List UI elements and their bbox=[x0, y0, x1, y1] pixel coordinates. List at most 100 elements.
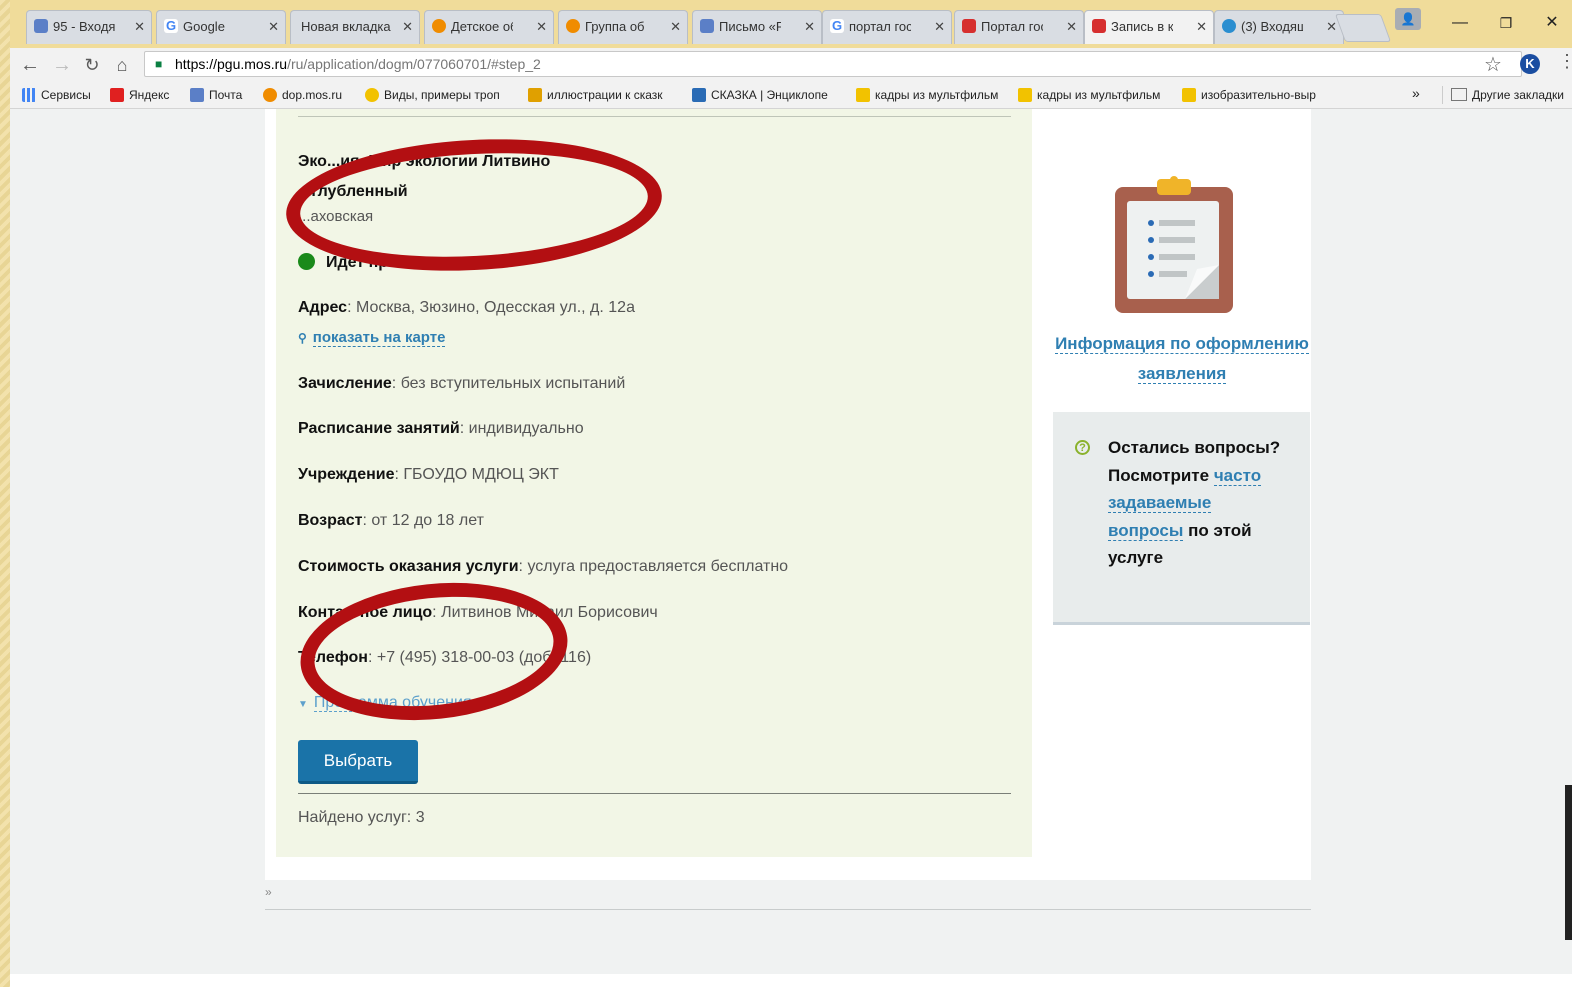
address-row: Адрес: Москва, Зюзино, Одесская ул., д. … bbox=[298, 299, 635, 317]
close-icon[interactable]: ✕ bbox=[670, 11, 681, 43]
found-count: Найдено услуг: 3 bbox=[298, 809, 425, 826]
bookmark-visual-arts[interactable]: изобразительно-выр bbox=[1182, 86, 1316, 104]
back-icon[interactable]: ← bbox=[16, 51, 44, 79]
other-bookmarks-folder[interactable]: Другие закладки bbox=[1442, 86, 1564, 104]
divider bbox=[298, 116, 1011, 117]
yandex-icon bbox=[110, 88, 124, 102]
forward-icon[interactable]: → bbox=[48, 51, 76, 79]
close-icon[interactable]: ✕ bbox=[134, 11, 145, 43]
browser-window: 95 - Входящ ✕ G Google ✕ Новая вкладка ✕ Дет… bbox=[10, 0, 1572, 987]
tab-4[interactable]: Детское об ✕ bbox=[424, 10, 554, 44]
tab-title: портал гос bbox=[849, 19, 911, 34]
field-value: : ГБОУДО МДЮЦ ЭКТ bbox=[394, 466, 559, 483]
field-label: Телефон bbox=[298, 649, 368, 666]
pgu-icon bbox=[962, 19, 976, 33]
breadcrumb[interactable]: » bbox=[265, 885, 272, 899]
close-icon[interactable]: ✕ bbox=[934, 11, 945, 43]
service-title-line: Эко...ия, Мир экологии Литвино bbox=[298, 153, 551, 170]
restore-button[interactable]: ❐ bbox=[1486, 8, 1526, 38]
apps-icon bbox=[22, 88, 36, 102]
minimize-button[interactable]: — bbox=[1440, 8, 1480, 38]
status-dot-icon bbox=[298, 253, 315, 270]
kaspersky-icon[interactable]: K bbox=[1520, 54, 1540, 74]
bookmark-label: СКАЗКА | Энциклопе bbox=[711, 88, 828, 102]
google-icon: G bbox=[164, 18, 178, 33]
home-icon[interactable]: ⌂ bbox=[108, 51, 136, 79]
tab-5[interactable]: Группа об ✕ bbox=[558, 10, 688, 44]
faq-text: Остались вопросы? Посмотрите часто задав… bbox=[1108, 434, 1288, 572]
field-label: Возраст bbox=[298, 512, 363, 529]
close-icon[interactable]: ✕ bbox=[1066, 11, 1077, 43]
dop-mos-icon bbox=[263, 88, 277, 102]
bookmark-skazka[interactable]: СКАЗКА | Энциклопе bbox=[692, 86, 828, 104]
age-row: Возраст: от 12 до 18 лет bbox=[298, 512, 484, 530]
tab-3[interactable]: Новая вкладка ✕ bbox=[290, 10, 420, 44]
faq-box: ? Остались вопросы? Посмотрите часто зад… bbox=[1053, 412, 1310, 625]
dop-mos-icon bbox=[566, 19, 580, 33]
close-icon[interactable]: ✕ bbox=[268, 11, 279, 43]
folder-icon bbox=[1182, 88, 1196, 102]
triangle-down-icon: ▼ bbox=[298, 699, 308, 710]
close-icon[interactable]: ✕ bbox=[536, 11, 547, 43]
field-value: : без вступительных испытаний bbox=[391, 375, 626, 392]
phone-row: Телефон: +7 (495) 318-00-03 (доб. 116) bbox=[298, 649, 591, 667]
menu-icon[interactable]: ⋮ bbox=[1558, 51, 1572, 72]
enrollment-row: Зачисление: без вступительных испытаний bbox=[298, 375, 625, 393]
field-value: : +7 (495) 318-00-03 (доб. 116) bbox=[367, 649, 592, 666]
bookmark-cartoons-1[interactable]: кадры из мультфильм bbox=[856, 86, 998, 104]
profile-icon[interactable]: 👤 bbox=[1395, 8, 1421, 30]
tab-title: Запись в к bbox=[1111, 19, 1173, 34]
address-bar[interactable]: ■ https://pgu.mos.ru/ru/application/dogm… bbox=[144, 51, 1522, 77]
field-value: : услуга предоставляется бесплатно bbox=[518, 558, 789, 575]
tab-title: 95 - Входящ bbox=[53, 19, 115, 34]
clipboard-icon bbox=[1115, 176, 1233, 313]
tab-1[interactable]: 95 - Входящ ✕ bbox=[26, 10, 152, 44]
show-on-map-link[interactable]: ⚲ показать на карте bbox=[298, 329, 446, 347]
programs-toggle[interactable]: ▼ Программа обучения bbox=[298, 694, 472, 712]
field-label: Адрес bbox=[298, 299, 348, 316]
close-window-button[interactable]: ✕ bbox=[1532, 8, 1572, 38]
bookmark-apps[interactable]: Сервисы bbox=[22, 86, 91, 104]
tab-title: Письмо «F bbox=[719, 19, 781, 34]
tab-7[interactable]: Gпортал гос ✕ bbox=[822, 10, 952, 44]
bookmark-tropes[interactable]: Виды, примеры троп bbox=[365, 86, 500, 104]
bookmark-dop-mos[interactable]: dop.mos.ru bbox=[263, 86, 342, 104]
mail-icon bbox=[34, 19, 48, 33]
bookmark-label: Виды, примеры троп bbox=[384, 88, 500, 102]
choose-button[interactable]: Выбрать bbox=[298, 740, 418, 784]
footer bbox=[10, 974, 1572, 987]
bookmarks-more-button[interactable]: » bbox=[1412, 85, 1420, 101]
application-info-link[interactable]: Информация по оформлению заявления bbox=[1055, 329, 1309, 389]
mail-icon bbox=[190, 88, 204, 102]
close-icon[interactable]: ✕ bbox=[402, 11, 413, 43]
tab-8[interactable]: Портал гос ✕ bbox=[954, 10, 1084, 44]
tab-10[interactable]: (3) Входящ ✕ bbox=[1214, 10, 1344, 44]
field-value: : индивидуально bbox=[459, 420, 584, 437]
book-icon bbox=[692, 88, 706, 102]
bookmark-label: Яндекс bbox=[129, 88, 170, 102]
bookmark-mail[interactable]: Почта bbox=[190, 86, 242, 104]
divider bbox=[265, 909, 1311, 910]
tab-9-active[interactable]: Запись в к ✕ bbox=[1084, 10, 1214, 44]
service-card: Эко...ия, Мир экологии Литвино ...глубле… bbox=[276, 109, 1032, 857]
bookmark-label: иллюстрации к сказк bbox=[547, 88, 663, 102]
field-label: Зачисление bbox=[298, 375, 392, 392]
close-icon[interactable]: ✕ bbox=[804, 11, 815, 43]
field-label: Стоимость оказания услуги bbox=[298, 558, 519, 575]
bookmark-label: изобразительно-выр bbox=[1201, 88, 1316, 102]
bookmarks-bar: Сервисы Яндекс Почта dop.mos.ru Виды, пр… bbox=[10, 82, 1572, 109]
tab-title: Группа об bbox=[585, 19, 645, 34]
tab-strip: 95 - Входящ ✕ G Google ✕ Новая вкладка ✕ Дет… bbox=[10, 0, 1572, 48]
bookmark-illustrations[interactable]: иллюстрации к сказк bbox=[528, 86, 663, 104]
scrollbar-thumb[interactable] bbox=[1565, 785, 1572, 940]
bookmark-cartoons-2[interactable]: кадры из мультфильм bbox=[1018, 86, 1160, 104]
tab-2[interactable]: G Google ✕ bbox=[156, 10, 286, 44]
bookmark-yandex[interactable]: Яндекс bbox=[110, 86, 169, 104]
bookmark-star-icon[interactable]: ☆ bbox=[1484, 52, 1502, 77]
close-icon[interactable]: ✕ bbox=[1196, 11, 1207, 43]
tab-6[interactable]: Письмо «F ✕ bbox=[692, 10, 822, 44]
reload-icon[interactable]: ↻ bbox=[78, 51, 106, 79]
new-tab-button[interactable] bbox=[1334, 14, 1392, 42]
service-title[interactable]: Эко...ия, Мир экологии Литвино ...глубле… bbox=[298, 147, 818, 207]
cost-row: Стоимость оказания услуги: услуга предос… bbox=[298, 558, 788, 576]
